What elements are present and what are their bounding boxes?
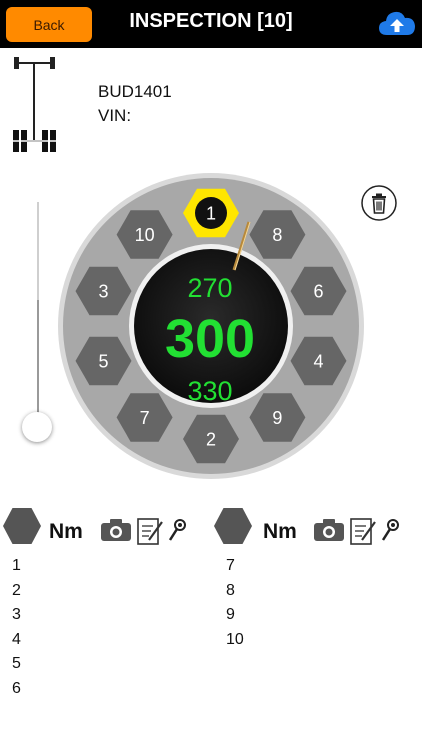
lower-torque-value: 330 [187,376,232,406]
list-item[interactable]: 10 [226,628,244,653]
right-column-header [214,508,399,545]
bolt-label: 6 [313,282,323,302]
bolt-label: 10 [135,225,155,245]
camera-icon [314,519,344,541]
hexagon-icon [214,508,252,544]
camera-icon [101,519,131,541]
bolt-label: 5 [99,351,109,371]
bolt-label: 7 [140,408,150,428]
hexagon-icon [3,508,41,544]
right-nm-header: Nm [263,520,297,543]
list-item[interactable]: 6 [12,677,21,702]
torque-wrench-icon [381,519,399,541]
bolt-label: 9 [272,408,282,428]
bolt-label: 1 [206,204,216,224]
bolt-label: 2 [206,430,216,450]
bolt-label: 8 [272,225,282,245]
list-item[interactable]: 8 [226,579,244,604]
list-item[interactable]: 3 [12,603,21,628]
left-bolt-list: 1 2 3 4 5 6 [12,554,21,701]
left-nm-header: Nm [49,520,83,543]
torque-wrench-icon [168,519,186,541]
left-column-header [3,508,186,545]
list-item[interactable]: 4 [12,628,21,653]
list-item[interactable]: 5 [12,652,21,677]
list-item[interactable]: 7 [226,554,244,579]
right-bolt-list: 7 8 9 10 [226,554,244,652]
bolt-label: 4 [313,351,323,371]
list-item[interactable]: 2 [12,579,21,604]
bolt-label: 3 [99,282,109,302]
upper-torque-value: 270 [187,273,232,303]
bolt-dial: 1 8 6 4 9 2 7 5 3 10 270 300 330 [58,173,364,479]
notes-icon [350,518,376,545]
list-item[interactable]: 9 [226,603,244,628]
main-torque-value: 300 [165,309,255,369]
list-item[interactable]: 1 [12,554,21,579]
notes-icon [137,518,163,545]
